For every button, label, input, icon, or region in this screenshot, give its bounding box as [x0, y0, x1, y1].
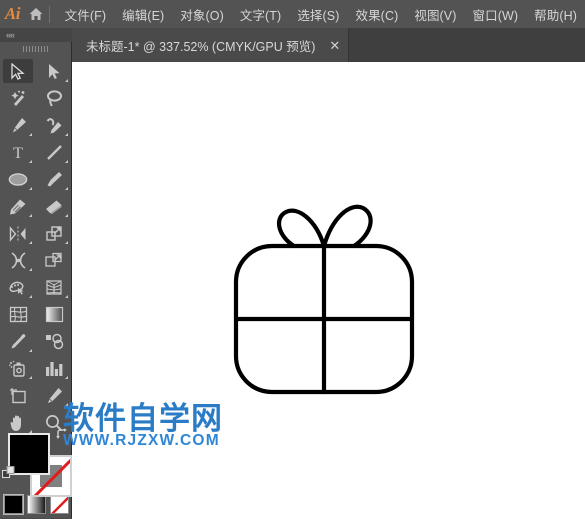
- gift-box-outline[interactable]: [224, 184, 424, 409]
- shaper-tool[interactable]: [0, 193, 36, 220]
- tool-row: [0, 355, 72, 382]
- tool-flyout-indicator: [29, 295, 32, 298]
- ai-logo-icon: Ai: [4, 4, 21, 23]
- tool-flyout-indicator: [65, 160, 68, 163]
- tool-flyout-indicator: [29, 241, 32, 244]
- color-mode-button[interactable]: [2, 493, 24, 515]
- menu-file[interactable]: 文件(F): [57, 1, 114, 28]
- tool-flyout-indicator: [29, 214, 32, 217]
- tool-row: [0, 274, 72, 301]
- artboard-tool[interactable]: [0, 382, 36, 409]
- tool-flyout-indicator: [65, 79, 68, 82]
- tool-flyout-indicator: [65, 376, 68, 379]
- menu-view[interactable]: 视图(V): [406, 1, 464, 28]
- default-fill-stroke-icon[interactable]: [1, 465, 16, 485]
- type-tool[interactable]: T: [0, 139, 36, 166]
- menu-select[interactable]: 选择(S): [289, 1, 347, 28]
- tool-row: [0, 193, 72, 220]
- tool-flyout-indicator: [29, 133, 32, 136]
- collapse-panel-icon[interactable]: ««: [0, 28, 72, 42]
- lasso-tool[interactable]: [36, 85, 72, 112]
- watermark-chinese-text: 软件自学网: [63, 401, 223, 437]
- tool-flyout-indicator: [29, 187, 32, 190]
- rotate-tool[interactable]: [0, 220, 36, 247]
- curvature-tool[interactable]: [36, 112, 72, 139]
- svg-text:T: T: [13, 145, 23, 161]
- menu-help[interactable]: 帮助(H): [526, 1, 585, 28]
- tool-row: [0, 247, 72, 274]
- tool-flyout-indicator: [29, 349, 32, 352]
- magic-wand-tool[interactable]: [0, 85, 36, 112]
- none-mode-button[interactable]: [49, 494, 69, 514]
- eyedropper-tool[interactable]: [0, 328, 36, 355]
- tool-row: [0, 58, 72, 85]
- tool-row: [0, 112, 72, 139]
- grip-dots-icon: [23, 46, 49, 52]
- tool-flyout-indicator: [65, 133, 68, 136]
- pen-tool[interactable]: [0, 112, 36, 139]
- scale-tool[interactable]: [36, 220, 72, 247]
- document-tab-title: 未标题-1* @ 337.52% (CMYK/GPU 预览): [86, 39, 316, 54]
- perspective-grid-tool[interactable]: [36, 274, 72, 301]
- free-transform-tool[interactable]: [36, 247, 72, 274]
- tools-panel: «« T: [0, 28, 72, 519]
- shape-builder-tool[interactable]: [0, 274, 36, 301]
- tool-row: [0, 328, 72, 355]
- tool-row: [0, 85, 72, 112]
- tool-row: [0, 166, 72, 193]
- paintbrush-tool[interactable]: [36, 166, 72, 193]
- menu-separator: [48, 5, 50, 23]
- column-graph-tool[interactable]: [36, 355, 72, 382]
- blend-tool[interactable]: [36, 328, 72, 355]
- gradient-tool[interactable]: [36, 301, 72, 328]
- tool-row: [0, 301, 72, 328]
- width-tool[interactable]: [0, 247, 36, 274]
- tool-flyout-indicator: [65, 187, 68, 190]
- artboard-canvas[interactable]: [72, 62, 585, 519]
- tool-row: [0, 382, 72, 409]
- tool-flyout-indicator: [65, 241, 68, 244]
- tool-flyout-indicator: [65, 295, 68, 298]
- watermark-url-text: WWW.RJZXW.COM: [63, 432, 220, 449]
- line-segment-tool[interactable]: [36, 139, 72, 166]
- document-tab-bar: 未标题-1* @ 337.52% (CMYK/GPU 预览) ✕: [0, 28, 585, 62]
- document-tab[interactable]: 未标题-1* @ 337.52% (CMYK/GPU 预览) ✕: [72, 28, 350, 62]
- eraser-tool[interactable]: [36, 193, 72, 220]
- tool-grid: T: [0, 58, 72, 436]
- menu-type[interactable]: 文字(T): [232, 1, 289, 28]
- tool-flyout-indicator: [29, 376, 32, 379]
- direct-selection-tool[interactable]: [36, 58, 72, 85]
- gradient-mode-button[interactable]: [26, 494, 46, 514]
- menu-bar: Ai 文件(F) 编辑(E) 对象(O) 文字(T) 选择(S) 效果(C) 视…: [0, 0, 585, 28]
- tool-row: T: [0, 139, 72, 166]
- watermark: 软件自学网 WWW.RJZXW.COM: [63, 404, 223, 449]
- selection-tool[interactable]: [0, 58, 36, 85]
- menu-window[interactable]: 窗口(W): [465, 1, 527, 28]
- menu-effect[interactable]: 效果(C): [347, 1, 406, 28]
- symbol-sprayer-tool[interactable]: [0, 355, 36, 382]
- home-icon[interactable]: [25, 0, 47, 28]
- tool-flyout-indicator: [65, 214, 68, 217]
- tool-row: [0, 220, 72, 247]
- mesh-tool[interactable]: [0, 301, 36, 328]
- tool-flyout-indicator: [29, 268, 32, 271]
- menu-edit[interactable]: 编辑(E): [114, 1, 172, 28]
- panel-drag-handle[interactable]: [0, 42, 72, 56]
- menu-object[interactable]: 对象(O): [172, 1, 232, 28]
- ellipse-tool[interactable]: [0, 166, 36, 193]
- tool-flyout-indicator: [29, 160, 32, 163]
- close-icon[interactable]: ✕: [329, 39, 340, 52]
- fill-stroke-swatches: [0, 428, 72, 497]
